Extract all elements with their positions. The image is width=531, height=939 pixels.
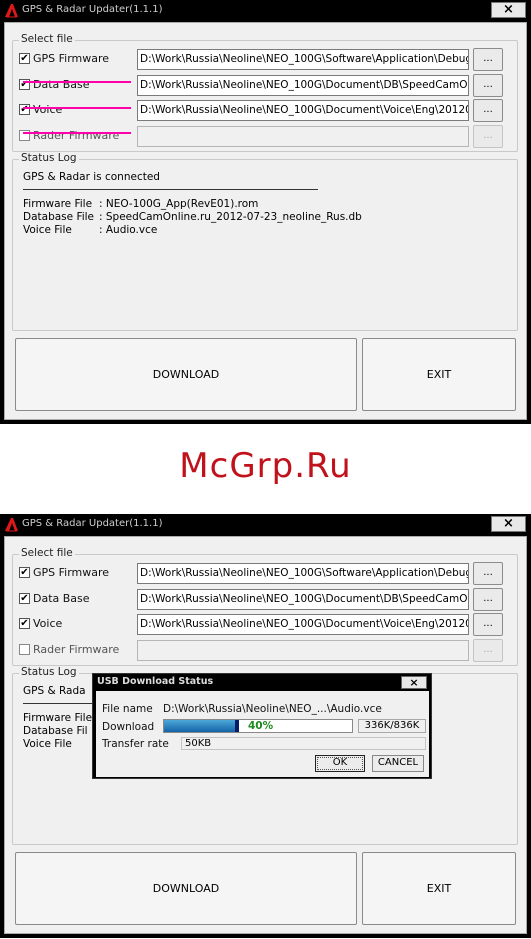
voice-row: ✔ Voice D:\Work\Russia\Neoline\NEO_100G\… (13, 613, 517, 636)
download-button[interactable]: DOWNLOAD (15, 852, 357, 925)
voice-checkbox[interactable]: ✔ (19, 618, 30, 629)
database-path-field[interactable]: D:\Work\Russia\Neoline\NEO_100G\Document… (137, 589, 469, 610)
close-icon: × (409, 676, 419, 689)
rader-firmware-label: Rader Firmware (33, 129, 120, 142)
transfer-rate-label: Transfer rate (102, 738, 169, 750)
gps-firmware-row: ✔ GPS Firmware D:\Work\Russia\Neoline\NE… (13, 48, 517, 71)
database-row: ✔ Data Base D:\Work\Russia\Neoline\NEO_1… (13, 74, 517, 97)
exit-button[interactable]: EXIT (362, 852, 516, 925)
voice-label: Voice (33, 103, 63, 116)
dialog-close-button[interactable]: × (401, 676, 427, 689)
voice-underline (23, 132, 131, 134)
app-logo-icon (5, 4, 18, 18)
app-logo-icon (5, 518, 18, 532)
select-file-group: Select file ✔ GPS Firmware D:\Work\Russi… (12, 547, 518, 666)
gps-firmware-path-field[interactable]: D:\Work\Russia\Neoline\NEO_100G\Software… (137, 49, 469, 70)
voice-checkbox[interactable]: ✔ (19, 104, 30, 115)
window-title: GPS & Radar Updater(1.1.1) (22, 518, 163, 529)
dialog-client: File name D:\Work\Russia\Neoline\NEO_...… (96, 691, 429, 777)
file-name-value: D:\Work\Russia\Neoline\NEO_...\Audio.vce (163, 703, 382, 715)
firmware-file-label: Firmware File (23, 712, 93, 724)
gps-firmware-label: GPS Firmware (33, 566, 110, 579)
window-client: Select file ✔ GPS Firmware D:\Work\Russi… (4, 22, 527, 420)
rader-firmware-label: Rader Firmware (33, 643, 120, 656)
title-bar[interactable]: GPS & Radar Updater(1.1.1) × (0, 0, 531, 22)
connected-message: GPS & Radar is connected (23, 171, 160, 183)
rader-firmware-row: Rader Firmware ... (13, 125, 517, 148)
connected-message: GPS & Rada (23, 685, 86, 697)
watermark: McGrp.Ru (179, 446, 352, 486)
title-bar[interactable]: GPS & Radar Updater(1.1.1) × (0, 514, 531, 536)
firmware-file-value: : NEO-100G_App(RevE01).rom (99, 198, 259, 210)
database-checkbox[interactable]: ✔ (19, 593, 30, 604)
gps-firmware-underline (23, 81, 131, 83)
voice-file-label: Voice File (23, 224, 72, 236)
gps-firmware-label: GPS Firmware (33, 52, 110, 65)
database-label: Data Base (33, 78, 90, 91)
rader-firmware-path-field (137, 126, 469, 147)
database-file-value: : SpeedCamOnline.ru_2012-07-23_neoline_R… (99, 211, 362, 223)
voice-path-field[interactable]: D:\Work\Russia\Neoline\NEO_100G\Document… (137, 100, 469, 121)
database-row: ✔ Data Base D:\Work\Russia\Neoline\NEO_1… (13, 588, 517, 611)
database-label: Data Base (33, 592, 90, 605)
cancel-button[interactable]: CANCEL (372, 755, 424, 772)
rader-firmware-checkbox[interactable] (19, 644, 30, 655)
status-log-label: Status Log (19, 152, 79, 164)
database-browse-button[interactable]: ... (473, 74, 503, 97)
download-button[interactable]: DOWNLOAD (15, 338, 357, 411)
progress-fill (164, 720, 240, 732)
rader-firmware-browse-button: ... (473, 125, 503, 148)
voice-label: Voice (33, 617, 63, 630)
rader-firmware-browse-button: ... (473, 639, 503, 662)
close-button[interactable]: × (491, 516, 526, 532)
select-file-label: Select file (19, 547, 75, 559)
select-file-label: Select file (19, 33, 75, 45)
database-path-field[interactable]: D:\Work\Russia\Neoline\NEO_100G\Document… (137, 75, 469, 96)
exit-button[interactable]: EXIT (362, 338, 516, 411)
database-file-label: Database Fil (23, 725, 88, 737)
download-label: Download (102, 721, 155, 733)
usb-download-status-dialog: USB Download Status × File name D:\Work\… (92, 673, 432, 779)
voice-browse-button[interactable]: ... (473, 99, 503, 122)
log-separator (23, 189, 318, 190)
voice-browse-button[interactable]: ... (473, 613, 503, 636)
progress-edge (235, 720, 240, 732)
transfer-rate-value: 50KB (181, 737, 426, 750)
close-button[interactable]: × (491, 2, 526, 18)
file-name-label: File name (102, 703, 153, 715)
log-separator (23, 703, 93, 704)
gps-firmware-browse-button[interactable]: ... (473, 562, 503, 585)
status-log-label: Status Log (19, 666, 79, 678)
database-file-label: Database File (23, 211, 95, 223)
gps-firmware-checkbox[interactable]: ✔ (19, 53, 30, 64)
gps-firmware-checkbox[interactable]: ✔ (19, 567, 30, 578)
progress-percent: 40% (248, 720, 274, 732)
voice-path-field[interactable]: D:\Work\Russia\Neoline\NEO_100G\Document… (137, 614, 469, 635)
voice-row: ✔ Voice D:\Work\Russia\Neoline\NEO_100G\… (13, 99, 517, 122)
dialog-title: USB Download Status (97, 676, 214, 687)
database-browse-button[interactable]: ... (473, 588, 503, 611)
download-progress-bar: 40% (163, 719, 353, 733)
rader-firmware-row: Rader Firmware ... (13, 639, 517, 662)
ok-button[interactable]: OK (315, 755, 365, 772)
close-icon: × (503, 516, 514, 531)
close-icon: × (503, 2, 514, 17)
rader-firmware-path-field (137, 640, 469, 661)
gps-firmware-browse-button[interactable]: ... (473, 48, 503, 71)
select-file-group: Select file ✔ GPS Firmware D:\Work\Russi… (12, 33, 518, 152)
updater-window-top: GPS & Radar Updater(1.1.1) × Select file… (0, 0, 531, 424)
window-title: GPS & Radar Updater(1.1.1) (22, 4, 163, 15)
voice-file-label: Voice File (23, 738, 72, 750)
voice-file-value: : Audio.vce (99, 224, 158, 236)
status-log-group: Status Log GPS & Radar is connected Firm… (12, 152, 518, 331)
download-size: 336K/836K (358, 719, 426, 733)
gps-firmware-row: ✔ GPS Firmware D:\Work\Russia\Neoline\NE… (13, 562, 517, 585)
firmware-file-label: Firmware File (23, 198, 93, 210)
gps-firmware-path-field[interactable]: D:\Work\Russia\Neoline\NEO_100G\Software… (137, 563, 469, 584)
database-underline (23, 107, 131, 109)
